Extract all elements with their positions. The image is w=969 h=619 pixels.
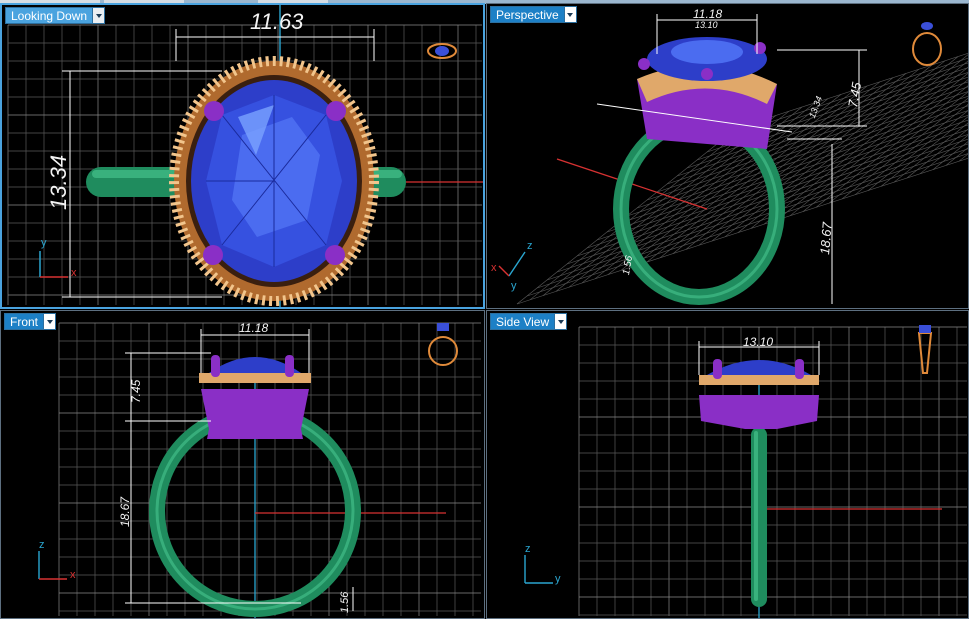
axis-gizmo [524, 555, 553, 584]
viewport-label[interactable]: Front [4, 313, 57, 330]
dimension-width: 11.63 [250, 9, 304, 34]
axis-gizmo [498, 251, 526, 277]
axis-label-x: x [491, 262, 497, 274]
chevron-down-icon[interactable] [563, 6, 577, 23]
ring-preview-icon[interactable] [912, 22, 942, 66]
axis-label-z: z [525, 543, 531, 555]
dimension-width-inner: 13.10 [695, 20, 718, 30]
viewport-looking-down[interactable]: Looking Down 11.63 13.34 y x [0, 3, 485, 309]
viewport-canvas[interactable] [2, 5, 485, 309]
viewport-canvas[interactable] [487, 4, 969, 309]
viewport-label[interactable]: Side View [490, 313, 568, 330]
dimension-width: 11.18 [239, 321, 269, 335]
axis-label-y: y [41, 237, 47, 249]
axis-label-x: x [70, 569, 76, 581]
prong [701, 68, 713, 80]
head-gallery [699, 395, 819, 429]
viewport-front[interactable]: Front 11.18 7.45 18.67 1.56 z x [0, 310, 485, 619]
viewport-perspective[interactable]: Perspective 11.18 13.10 7.45 13.34 18.67… [486, 3, 969, 309]
dimension-width: 11.18 [693, 7, 723, 21]
axis-label-y: y [511, 280, 517, 292]
prong [285, 355, 294, 377]
dimension-height: 13.34 [46, 154, 71, 210]
prong [713, 359, 722, 379]
prong [326, 101, 346, 121]
dimension-band: 18.67 [817, 221, 835, 256]
viewport-label[interactable]: Looking Down [5, 7, 106, 24]
prong [754, 42, 766, 54]
viewport-title[interactable]: Front [4, 313, 44, 330]
viewport-side-view[interactable]: Side View 13.10 z y [486, 310, 969, 619]
head-gallery [201, 389, 309, 439]
prong [325, 245, 345, 265]
ring-band [751, 427, 767, 607]
dimension-width: 13.10 [743, 335, 774, 349]
grid-line [945, 147, 968, 166]
dimension-ring: 18.67 [118, 496, 132, 527]
axis-label-z: z [39, 539, 45, 551]
ring-preview-icon[interactable] [427, 43, 457, 59]
dimension-head: 7.45 [129, 379, 143, 403]
prong [211, 355, 220, 377]
prong [638, 58, 650, 70]
dimension-shank: 1.56 [339, 591, 351, 613]
prong [204, 101, 224, 121]
gem-table [671, 40, 743, 64]
band-highlight [754, 431, 758, 601]
viewport-title[interactable]: Perspective [490, 6, 564, 23]
viewport-title[interactable]: Side View [490, 313, 555, 330]
chevron-down-icon[interactable] [43, 313, 57, 330]
viewport-title[interactable]: Looking Down [5, 7, 93, 24]
axis-label-y: y [555, 573, 561, 585]
axis-label-z: z [527, 240, 533, 252]
prong [203, 245, 223, 265]
chevron-down-icon[interactable] [92, 7, 106, 24]
viewport-label[interactable]: Perspective [490, 6, 577, 23]
chevron-down-icon[interactable] [554, 313, 568, 330]
prong [795, 359, 804, 379]
grid-line [880, 116, 968, 187]
axis-label-x: x [71, 267, 77, 279]
